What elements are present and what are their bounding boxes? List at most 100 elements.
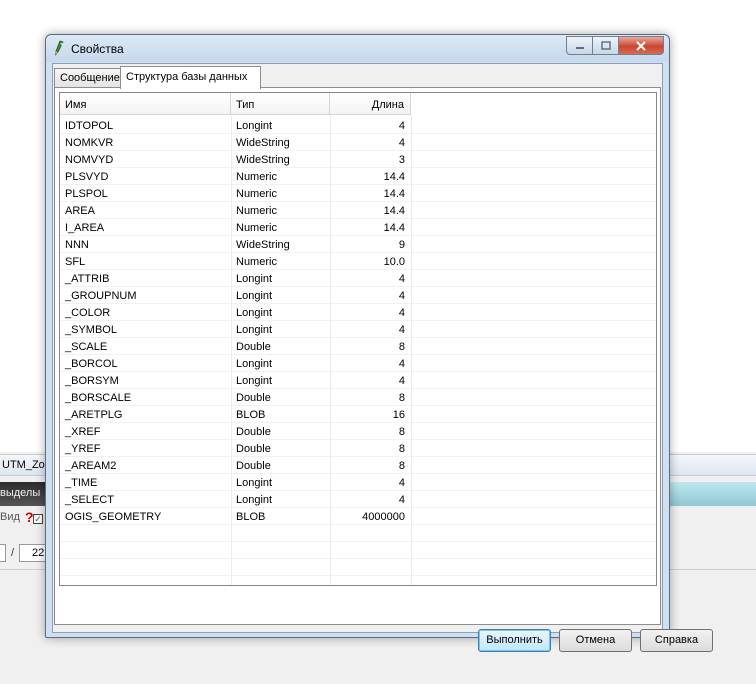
field-name-cell: AREA [65, 205, 95, 217]
field-name-cell: _YREF [65, 443, 101, 455]
field-type-cell: Longint [236, 290, 273, 302]
view-checkbox[interactable]: ✓ [33, 514, 43, 524]
field-length-cell: 8 [398, 443, 405, 455]
table-row[interactable]: _AREAM2 Double 8 [60, 457, 656, 474]
table-row[interactable]: OGIS_GEOMETRY BLOB 4000000 [60, 508, 656, 525]
table-row-empty [60, 559, 656, 576]
field-name-cell: _SELECT [65, 494, 114, 506]
table-row[interactable]: IDTOPOL Longint 4 [60, 117, 656, 134]
table-row[interactable]: _YREF Double 8 [60, 440, 656, 457]
table-row[interactable]: _XREF Double 8 [60, 423, 656, 440]
table-row[interactable]: _SCALE Double 8 [60, 338, 656, 355]
dialog-client-area: Сообщение Структура базы данных Имя Тип … [52, 63, 713, 652]
table-row[interactable]: _BORSCALE Double 8 [60, 389, 656, 406]
page-current-input[interactable] [0, 544, 6, 562]
field-name-cell: _XREF [65, 426, 101, 438]
field-type-cell: Double [236, 426, 271, 438]
maximize-button[interactable] [593, 36, 619, 55]
dialog-titlebar[interactable]: Свойства [46, 35, 669, 62]
field-length-cell: 3 [398, 154, 405, 166]
field-length-cell: 8 [398, 341, 405, 353]
field-type-cell: Longint [236, 375, 273, 387]
table-row[interactable]: SFL Numeric 10.0 [60, 253, 656, 270]
field-length-cell: 14.4 [383, 205, 405, 217]
field-name-cell: _SCALE [65, 341, 108, 353]
dialog-title: Свойства [71, 42, 124, 56]
field-length-cell: 8 [398, 460, 405, 472]
background-view-label: Вид [0, 511, 20, 523]
field-name-cell: SFL [65, 256, 86, 268]
grid-header: Имя Тип Длина [60, 93, 656, 115]
cancel-button[interactable]: Отмена [559, 629, 632, 652]
field-length-cell: 16 [392, 409, 405, 421]
table-row[interactable]: AREA Numeric 14.4 [60, 202, 656, 219]
table-row[interactable]: NOMKVR WideString 4 [60, 134, 656, 151]
execute-button[interactable]: Выполнить [478, 629, 551, 652]
fields-grid[interactable]: Имя Тип Длина IDTOPOL Longint 4 NOMKVR WideS… [59, 92, 657, 586]
field-name-cell: _BORSCALE [65, 392, 132, 404]
table-row[interactable]: _GROUPNUM Longint 4 [60, 287, 656, 304]
field-length-cell: 14.4 [383, 188, 405, 200]
field-name-cell: _GROUPNUM [65, 290, 137, 302]
field-type-cell: WideString [236, 154, 290, 166]
field-type-cell: Longint [236, 120, 273, 132]
background-toolbar-accent [670, 482, 756, 506]
field-length-cell: 4 [398, 137, 405, 149]
table-row[interactable]: _ARETPLG BLOB 16 [60, 406, 656, 423]
column-header-type[interactable]: Тип [231, 93, 330, 115]
field-name-cell: _BORCOL [65, 358, 118, 370]
table-row[interactable]: _TIME Longint 4 [60, 474, 656, 491]
close-button[interactable] [619, 36, 664, 55]
field-length-cell: 4 [398, 494, 405, 506]
field-length-cell: 4 [398, 477, 405, 489]
close-icon [636, 40, 646, 51]
table-row[interactable]: NOMVYD WideString 3 [60, 151, 656, 168]
field-type-cell: Double [236, 341, 271, 353]
table-row[interactable]: _COLOR Longint 4 [60, 304, 656, 321]
field-type-cell: Longint [236, 307, 273, 319]
minimize-button[interactable] [566, 36, 593, 55]
table-row[interactable]: I_AREA Numeric 14.4 [60, 219, 656, 236]
field-type-cell: WideString [236, 137, 290, 149]
field-length-cell: 8 [398, 392, 405, 404]
field-name-cell: NOMVYD [65, 154, 114, 166]
field-name-cell: _COLOR [65, 307, 111, 319]
help-button[interactable]: Справка [640, 629, 713, 652]
window-controls [566, 36, 664, 56]
field-length-cell: 9 [398, 239, 405, 251]
tab-message[interactable]: Сообщение [54, 68, 121, 88]
field-name-cell: _ATTRIB [65, 273, 110, 285]
field-length-cell: 4 [398, 273, 405, 285]
table-row-empty [60, 525, 656, 542]
field-type-cell: Numeric [236, 205, 277, 217]
table-row[interactable]: _SELECT Longint 4 [60, 491, 656, 508]
table-row[interactable]: _BORSYM Longint 4 [60, 372, 656, 389]
table-row[interactable]: NNN WideString 9 [60, 236, 656, 253]
table-row[interactable]: _ATTRIB Longint 4 [60, 270, 656, 287]
column-header-name[interactable]: Имя [60, 93, 231, 115]
column-header-length[interactable]: Длина [330, 93, 411, 115]
field-type-cell: Longint [236, 477, 273, 489]
field-length-cell: 4 [398, 324, 405, 336]
table-row[interactable]: _BORCOL Longint 4 [60, 355, 656, 372]
tab-database-structure[interactable]: Структура базы данных [120, 66, 261, 89]
tab-page-database-structure: Имя Тип Длина IDTOPOL Longint 4 NOMKVR WideS… [54, 87, 713, 652]
table-row[interactable]: PLSPOL Numeric 14.4 [60, 185, 656, 202]
field-name-cell: _BORSYM [65, 375, 119, 387]
minimize-icon [575, 46, 584, 49]
field-name-cell: PLSPOL [65, 188, 108, 200]
field-name-cell: _ARETPLG [65, 409, 123, 421]
field-name-cell: _SYMBOL [65, 324, 117, 336]
field-type-cell: Numeric [236, 222, 277, 234]
field-type-cell: BLOB [236, 511, 266, 523]
table-row[interactable]: PLSVYD Numeric 14.4 [60, 168, 656, 185]
field-name-cell: I_AREA [65, 222, 105, 234]
field-type-cell: WideString [236, 239, 290, 251]
field-type-cell: Numeric [236, 188, 277, 200]
table-row[interactable]: _SYMBOL Longint 4 [60, 321, 656, 338]
field-name-cell: _AREAM2 [65, 460, 117, 472]
field-length-cell: 10.0 [383, 256, 405, 268]
field-length-cell: 14.4 [383, 222, 405, 234]
field-length-cell: 8 [398, 426, 405, 438]
field-name-cell: IDTOPOL [65, 120, 114, 132]
